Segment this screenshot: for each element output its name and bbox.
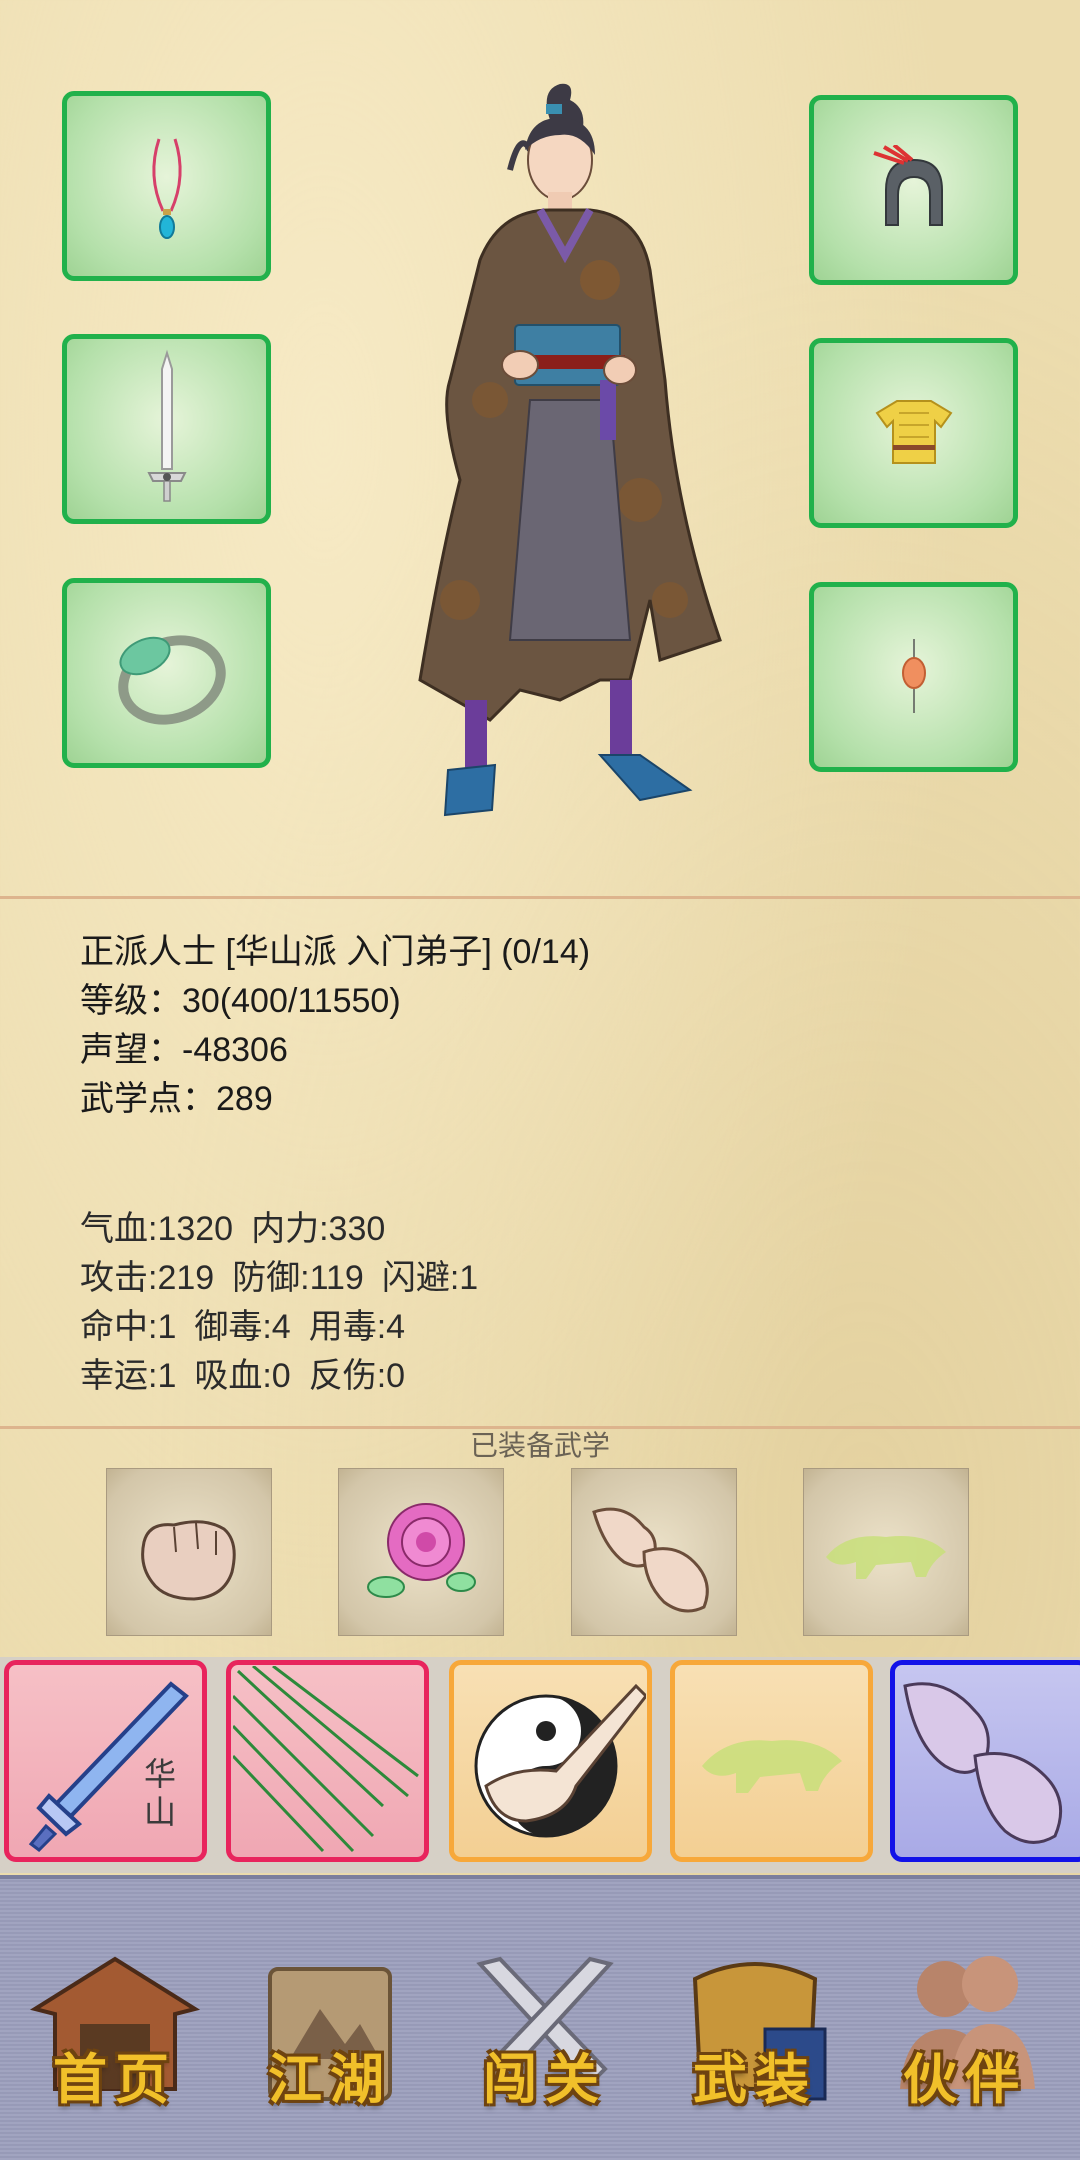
equipped-skills-title: 已装备武学 (469, 1430, 610, 1461)
jade-ring-icon (117, 635, 226, 725)
sword-icon (146, 349, 187, 502)
equipped-skill-3[interactable] (571, 1468, 737, 1636)
stats-row-3: 命中:1 御毒:4 用毒:4 (80, 1299, 423, 1348)
pendant-icon (901, 639, 926, 713)
stat-poison-use: 用毒:4 (308, 1308, 406, 1346)
needles-icon (232, 1666, 419, 1853)
nav-home[interactable]: 首页 (25, 1939, 205, 2119)
rose-icon (367, 1503, 476, 1598)
necklace-icon (151, 138, 182, 239)
reputation-line: 声望：-48306 (80, 1031, 288, 1069)
nav-challenge-label: 闯关 (483, 2047, 607, 2111)
equip-slot-armor[interactable] (809, 338, 1018, 528)
character-portrait (418, 83, 722, 817)
quick-slot-5[interactable] (890, 1660, 1080, 1862)
stat-lifesteal: 吸血:0 (194, 1357, 291, 1395)
quick-slot-1[interactable]: 华山 (4, 1660, 207, 1862)
stat-dodge: 闪避:1 (381, 1259, 479, 1297)
nav-companions-label: 伙伴 (903, 2047, 1027, 2111)
stat-defense: 防御:119 (232, 1259, 364, 1297)
quick-slot-4[interactable] (670, 1660, 873, 1862)
quick-slot-1-text: 华山 (143, 1756, 176, 1830)
leopard-icon (826, 1536, 946, 1579)
equipped-skill-4[interactable] (803, 1468, 969, 1636)
equip-slot-necklace[interactable] (62, 91, 271, 281)
nav-jianghu-label: 江湖 (268, 2047, 392, 2111)
taiji-palm-icon (474, 1683, 646, 1838)
leopard-icon (701, 1740, 842, 1793)
quick-slot-2[interactable] (226, 1660, 429, 1862)
level-line: 等级：30(400/11550) (80, 982, 401, 1020)
equipped-skill-2[interactable] (338, 1468, 504, 1636)
armor-icon (875, 400, 952, 464)
faction-line: 正派人士 [华山派 入门弟子] (0/14) (80, 933, 591, 971)
stat-poison-resist: 御毒:4 (194, 1308, 291, 1346)
bottom-nav: 首页 江湖 闯关 武装 伙伴 (0, 1875, 1080, 2160)
stat-attack: 攻击:219 (80, 1259, 215, 1297)
equip-slot-ring[interactable] (62, 578, 271, 768)
equip-slot-weapon[interactable] (62, 334, 271, 524)
nav-equipment[interactable]: 武装 (665, 1939, 845, 2119)
stat-luck: 幸运:1 (80, 1357, 177, 1395)
clasped-hands-icon (903, 1682, 1063, 1844)
nav-equipment-label: 武装 (693, 2047, 817, 2111)
nav-home-label: 首页 (53, 2047, 177, 2111)
martial-points-line: 武学点：289 (80, 1080, 273, 1118)
stat-hp: 气血:1320 (80, 1210, 234, 1248)
nav-companions[interactable]: 伙伴 (875, 1939, 1055, 2119)
equip-slot-helmet[interactable] (809, 95, 1018, 285)
clasped-hands-icon (592, 1507, 709, 1613)
quick-slot-3[interactable] (449, 1660, 652, 1862)
stat-hit: 命中:1 (80, 1308, 177, 1346)
stats-row-4: 幸运:1 吸血:0 反伤:0 (80, 1348, 423, 1397)
fist-icon (141, 1520, 236, 1601)
nav-jianghu[interactable]: 江湖 (240, 1939, 420, 2119)
helmet-icon (872, 145, 943, 226)
nav-challenge[interactable]: 闯关 (455, 1939, 635, 2119)
stats-row-1: 气血:1320 内力:330 (80, 1201, 403, 1250)
equipped-skill-1[interactable] (106, 1468, 272, 1636)
stats-row-2: 攻击:219 防御:119 闪避:1 (80, 1250, 496, 1299)
equip-slot-pendant[interactable] (809, 582, 1018, 772)
stat-mp: 内力:330 (251, 1210, 386, 1248)
stat-reflect: 反伤:0 (308, 1357, 406, 1395)
divider (0, 896, 1080, 899)
